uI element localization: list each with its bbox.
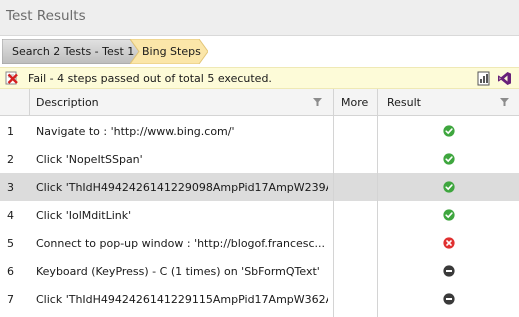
- breadcrumb-item-label: Search 2 Tests - Test 1: [12, 45, 135, 58]
- panel-title-bar: Test Results: [0, 0, 519, 36]
- step-description: Click 'IolMditLink': [36, 209, 132, 222]
- step-number: 5: [7, 237, 14, 250]
- table-row[interactable]: 4 Click 'IolMditLink': [0, 201, 519, 229]
- step-number: 2: [7, 153, 14, 166]
- table-row[interactable]: 2 Click 'NopeItSSpan': [0, 145, 519, 173]
- header-more[interactable]: More: [334, 89, 378, 116]
- fail-icon: [443, 237, 455, 249]
- pass-icon: [443, 209, 455, 221]
- step-number: 7: [7, 293, 14, 306]
- table-header: Description More Result: [0, 89, 519, 116]
- result-summary-bar: Fail - 4 steps passed out of total 5 exe…: [0, 67, 519, 89]
- breadcrumb-item-bing-steps[interactable]: Bing Steps: [130, 39, 208, 64]
- report-icon[interactable]: [477, 71, 491, 86]
- pass-icon: [443, 181, 455, 193]
- header-description-label: Description: [36, 96, 99, 109]
- table-row[interactable]: 5 Connect to pop-up window : 'http://blog…: [0, 229, 519, 257]
- table-row[interactable]: 7 Click 'ThIdH4942426141229115AmpPid17Amp…: [0, 285, 519, 313]
- step-description: Connect to pop-up window : 'http://blogo…: [36, 237, 326, 250]
- steps-table: Description More Result 1 Navigate to : '…: [0, 89, 519, 317]
- step-description: Click 'ThIdH4942426141229115AmpPid17AmpW…: [36, 293, 328, 306]
- column-divider: [333, 116, 334, 317]
- step-number: 4: [7, 209, 14, 222]
- fail-icon: [5, 71, 18, 85]
- step-description: Keyboard (KeyPress) - C (1 times) on 'Sb…: [36, 265, 320, 278]
- breadcrumb-item-label: Bing Steps: [142, 45, 201, 58]
- panel-title: Test Results: [6, 8, 86, 24]
- header-description[interactable]: Description: [30, 89, 334, 116]
- result-summary-text: Fail - 4 steps passed out of total 5 exe…: [28, 72, 272, 85]
- not-run-icon: [443, 293, 455, 305]
- step-number: 1: [7, 125, 14, 138]
- pass-icon: [443, 153, 455, 165]
- visual-studio-icon[interactable]: [497, 71, 512, 86]
- column-divider: [377, 116, 378, 317]
- header-result-label: Result: [387, 96, 421, 109]
- table-row[interactable]: 1 Navigate to : 'http://www.bing.com/': [0, 117, 519, 145]
- step-description: Navigate to : 'http://www.bing.com/': [36, 125, 235, 138]
- table-row[interactable]: 6 Keyboard (KeyPress) - C (1 times) on 'S…: [0, 257, 519, 285]
- filter-icon[interactable]: [500, 98, 509, 106]
- breadcrumb: Search 2 Tests - Test 1 Bing Steps: [0, 36, 519, 66]
- header-result[interactable]: Result: [378, 89, 519, 116]
- step-number: 6: [7, 265, 14, 278]
- step-description: Click 'NopeItSSpan': [36, 153, 143, 166]
- table-row[interactable]: 3 Click 'ThIdH4942426141229098AmpPid17Amp…: [0, 173, 519, 201]
- not-run-icon: [443, 265, 455, 277]
- filter-icon[interactable]: [313, 98, 322, 106]
- step-description: Click 'ThIdH4942426141229098AmpPid17AmpW…: [36, 181, 328, 194]
- header-more-label: More: [341, 96, 369, 109]
- step-number: 3: [7, 181, 14, 194]
- pass-icon: [443, 125, 455, 137]
- breadcrumb-item-test[interactable]: Search 2 Tests - Test 1: [2, 39, 139, 64]
- header-index: [0, 89, 30, 116]
